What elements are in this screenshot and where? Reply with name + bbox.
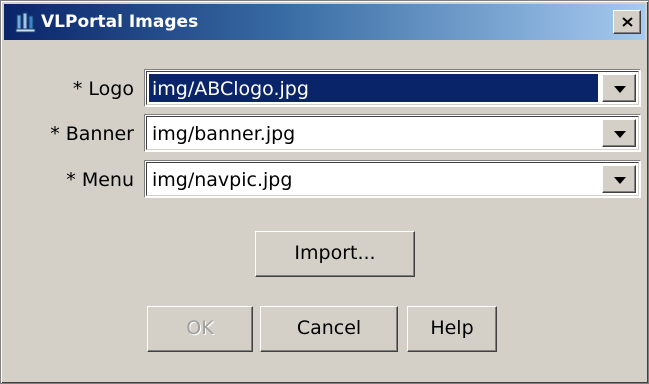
menu-dropdown-button[interactable]: [602, 165, 636, 193]
logo-combobox[interactable]: img/ABClogo.jpg: [144, 69, 641, 107]
ok-button[interactable]: OK: [147, 306, 253, 352]
title-bar[interactable]: VLPortal Images: [4, 4, 645, 40]
logo-combobox-value[interactable]: img/ABClogo.jpg: [149, 74, 598, 102]
help-button[interactable]: Help: [407, 306, 497, 352]
banner-dropdown-button[interactable]: [602, 119, 636, 147]
close-button[interactable]: [613, 10, 641, 34]
banner-combobox[interactable]: img/banner.jpg: [144, 114, 641, 152]
menu-label: * Menu: [66, 169, 134, 191]
logo-dropdown-button[interactable]: [602, 74, 636, 102]
window-title: VLPortal Images: [41, 12, 199, 32]
dialog-window: VLPortal Images * Logo img/ABClogo.jpg *…: [0, 0, 649, 384]
chevron-down-icon: [614, 177, 626, 184]
vlportal-app-icon: [15, 11, 37, 33]
banner-label: * Banner: [50, 123, 134, 145]
import-button[interactable]: Import...: [255, 231, 415, 277]
chevron-down-icon: [614, 86, 626, 93]
menu-combobox-value[interactable]: img/navpic.jpg: [149, 165, 598, 193]
cancel-button[interactable]: Cancel: [260, 306, 398, 352]
banner-combobox-value[interactable]: img/banner.jpg: [149, 119, 598, 147]
menu-combobox[interactable]: img/navpic.jpg: [144, 160, 641, 198]
chevron-down-icon: [614, 131, 626, 138]
logo-label: * Logo: [72, 78, 134, 100]
close-icon: [622, 17, 633, 27]
